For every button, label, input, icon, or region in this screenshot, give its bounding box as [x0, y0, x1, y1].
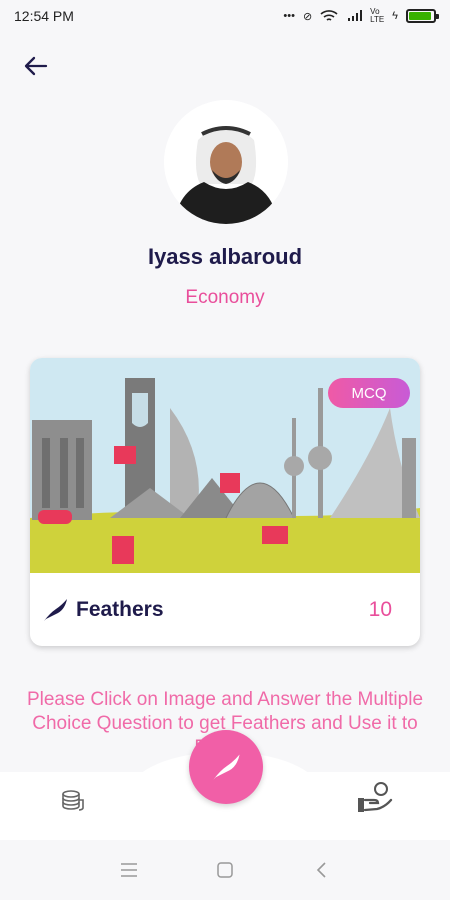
home-button[interactable]	[213, 858, 237, 882]
feathers-count: 10	[368, 597, 392, 621]
feathers-label: Feathers	[76, 597, 164, 621]
avatar	[164, 100, 288, 224]
card-footer: Feathers 10	[30, 573, 420, 646]
profile-name: Iyass albaroud	[147, 244, 303, 269]
recents-button[interactable]	[117, 858, 141, 882]
square-icon	[217, 862, 233, 878]
signal-icon	[348, 10, 363, 21]
menu-icon	[121, 863, 137, 877]
mute-icon: ⊘	[302, 10, 313, 23]
network-label: Vo LTE	[370, 7, 385, 24]
wifi-icon	[320, 10, 338, 21]
mcq-badge: MCQ	[328, 378, 410, 408]
battery-icon	[406, 9, 439, 23]
profile-category: Economy	[185, 287, 265, 308]
donate-hand-icon[interactable]	[356, 780, 394, 816]
question-card[interactable]: MCQ Feathers 10	[30, 358, 420, 646]
feather-icon	[44, 598, 67, 621]
feather-fab-button[interactable]	[189, 730, 263, 804]
system-navigation-bar	[0, 840, 450, 900]
coins-icon[interactable]	[58, 784, 90, 816]
feather-icon	[213, 754, 240, 780]
back-system-button[interactable]	[309, 858, 333, 882]
status-time: 12:54 PM	[14, 8, 74, 24]
back-arrow-icon	[24, 56, 48, 76]
charging-icon: ϟ	[392, 10, 398, 22]
status-bar: 12:54 PM ••• ⊘ Vo LTE ϟ	[0, 0, 450, 32]
dots-icon: •••	[283, 10, 295, 22]
chevron-left-icon	[316, 862, 326, 878]
status-icons: ••• ⊘ Vo LTE ϟ	[283, 7, 439, 24]
back-button[interactable]	[20, 50, 52, 82]
